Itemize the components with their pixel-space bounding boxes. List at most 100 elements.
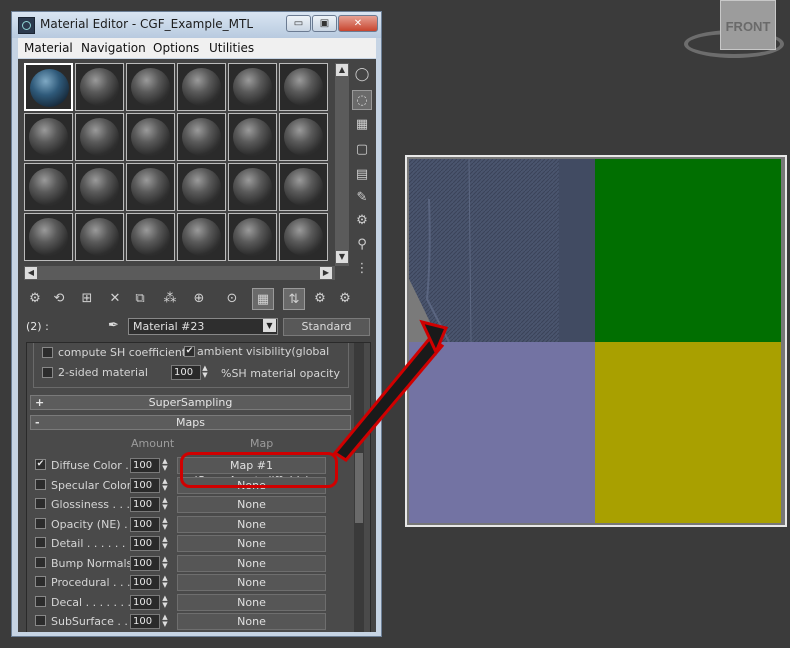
- show-end-result-icon[interactable]: ⇅: [283, 288, 305, 310]
- sample-slot[interactable]: [126, 113, 175, 161]
- sample-slot[interactable]: [279, 213, 328, 261]
- sample-slot[interactable]: [75, 213, 124, 261]
- map-enable-checkbox[interactable]: [35, 576, 46, 587]
- panel-scrollbar[interactable]: [354, 343, 364, 632]
- ambient-visibility-checkbox[interactable]: ✔: [184, 346, 195, 357]
- spinner-arrows-icon[interactable]: ▲ ▼: [161, 497, 169, 512]
- sample-slot[interactable]: [75, 113, 124, 161]
- map-button[interactable]: None: [177, 554, 326, 572]
- maximize-button[interactable]: ▣: [312, 15, 337, 32]
- sample-slot[interactable]: [279, 163, 328, 211]
- put-to-scene-icon[interactable]: ⟲: [48, 288, 70, 310]
- spinner-arrows-icon[interactable]: ▲ ▼: [161, 575, 169, 590]
- map-button[interactable]: None: [177, 593, 326, 611]
- map-amount-spinner[interactable]: 100: [130, 536, 160, 551]
- material-map-navigator-icon[interactable]: ⋮: [352, 259, 372, 279]
- sample-slot[interactable]: [75, 63, 124, 111]
- spinner-arrows-icon[interactable]: ▲ ▼: [161, 516, 169, 532]
- make-preview-icon[interactable]: ✎: [352, 188, 372, 208]
- get-material-icon[interactable]: ⚙: [24, 288, 46, 310]
- select-by-material-icon[interactable]: ⚲: [352, 235, 372, 255]
- menu-utilities[interactable]: Utilities: [209, 41, 254, 55]
- map-amount-spinner[interactable]: 100: [130, 458, 160, 473]
- two-sided-checkbox[interactable]: [42, 367, 53, 378]
- sample-slot[interactable]: [177, 63, 226, 111]
- go-to-parent-icon[interactable]: ⚙: [309, 288, 331, 310]
- map-amount-spinner[interactable]: 100: [130, 555, 160, 571]
- minimize-button[interactable]: ▭: [286, 15, 311, 32]
- map-button[interactable]: None: [177, 496, 326, 513]
- sample-slot[interactable]: [279, 113, 328, 161]
- sample-slot[interactable]: [24, 113, 73, 161]
- menu-navigation[interactable]: Navigation: [81, 41, 146, 55]
- sample-uv-tiling-icon[interactable]: ▢: [352, 140, 372, 160]
- sample-slot[interactable]: [126, 163, 175, 211]
- spinner-arrows-icon[interactable]: ▲ ▼: [161, 594, 169, 610]
- map-enable-checkbox[interactable]: [35, 478, 46, 490]
- map-enable-checkbox[interactable]: [35, 595, 46, 607]
- sample-slot[interactable]: [24, 63, 73, 111]
- sample-slot[interactable]: [177, 213, 226, 261]
- sample-slot[interactable]: [177, 113, 226, 161]
- scroll-down-icon[interactable]: ▼: [336, 251, 348, 263]
- menu-material[interactable]: Material: [24, 41, 73, 55]
- scroll-up-icon[interactable]: ▲: [336, 64, 348, 76]
- spinner-arrows-icon[interactable]: ▲ ▼: [161, 477, 169, 493]
- options-icon[interactable]: ⚙: [352, 211, 372, 231]
- put-to-library-icon[interactable]: ⊕: [188, 288, 210, 310]
- sample-slot[interactable]: [228, 113, 277, 161]
- make-unique-icon[interactable]: ⁂: [159, 288, 181, 310]
- backlight-icon[interactable]: ◌: [352, 90, 372, 110]
- map-amount-spinner[interactable]: 100: [130, 516, 160, 532]
- video-color-check-icon[interactable]: ▤: [352, 165, 372, 185]
- map-enable-checkbox[interactable]: [35, 537, 46, 548]
- map-button[interactable]: None: [177, 574, 326, 591]
- scroll-right-icon[interactable]: ▶: [320, 267, 332, 279]
- spinner-arrows-icon[interactable]: ▲ ▼: [161, 555, 169, 571]
- scroll-left-icon[interactable]: ◀: [25, 267, 37, 279]
- eyedropper-icon[interactable]: ✒: [108, 318, 124, 334]
- map-amount-spinner[interactable]: 100: [130, 614, 160, 629]
- sample-slot[interactable]: [228, 213, 277, 261]
- show-map-in-viewport-icon[interactable]: ▦: [252, 288, 274, 310]
- chevron-down-icon[interactable]: ▼: [263, 319, 276, 332]
- spinner-arrows-icon[interactable]: ▲ ▼: [161, 458, 169, 473]
- map-enable-checkbox[interactable]: [35, 517, 46, 529]
- sample-slot[interactable]: [228, 163, 277, 211]
- sample-slot[interactable]: [126, 213, 175, 261]
- map-amount-spinner[interactable]: 100: [130, 575, 160, 590]
- sample-slot[interactable]: [24, 163, 73, 211]
- map-enable-checkbox[interactable]: [35, 498, 46, 509]
- viewcube-front-face[interactable]: FRONT: [720, 0, 776, 50]
- title-bar[interactable]: Material Editor - CGF_Example_MTL ▭ ▣ ✕: [12, 12, 381, 38]
- slots-horizontal-scrollbar[interactable]: ◀ ▶: [24, 266, 335, 280]
- spinner-arrows-icon[interactable]: ▲ ▼: [201, 365, 209, 380]
- map-enable-checkbox[interactable]: ✔: [35, 459, 46, 470]
- spinner-arrows-icon[interactable]: ▲ ▼: [161, 614, 169, 629]
- sample-slot[interactable]: [279, 63, 328, 111]
- map-button[interactable]: None: [177, 535, 326, 552]
- map-button[interactable]: None: [177, 613, 326, 630]
- slots-vertical-scrollbar[interactable]: ▲ ▼: [335, 63, 349, 266]
- sample-slot[interactable]: [24, 213, 73, 261]
- textured-plane[interactable]: [405, 155, 787, 527]
- material-id-channel-icon[interactable]: ⊙: [221, 288, 243, 310]
- map-button[interactable]: None: [177, 515, 326, 533]
- map-enable-checkbox[interactable]: [35, 556, 46, 568]
- sample-slot[interactable]: [126, 63, 175, 111]
- spinner-arrows-icon[interactable]: ▲ ▼: [161, 536, 169, 551]
- compute-sh-checkbox[interactable]: [42, 347, 53, 358]
- map-amount-spinner[interactable]: 100: [130, 497, 160, 512]
- sample-slot[interactable]: [228, 63, 277, 111]
- menu-options[interactable]: Options: [153, 41, 199, 55]
- material-name-field[interactable]: Material #23: [128, 318, 278, 335]
- map-enable-checkbox[interactable]: [35, 615, 46, 626]
- map-amount-spinner[interactable]: 100: [130, 594, 160, 610]
- panel-scroll-thumb[interactable]: [355, 453, 363, 523]
- rollout-maps[interactable]: - Maps: [30, 415, 351, 430]
- background-checker-icon[interactable]: ▦: [352, 115, 372, 135]
- viewcube[interactable]: FRONT: [684, 0, 790, 70]
- reset-map-icon[interactable]: ✕: [104, 288, 126, 310]
- close-button[interactable]: ✕: [338, 15, 378, 32]
- sample-type-icon[interactable]: ◯: [352, 65, 372, 85]
